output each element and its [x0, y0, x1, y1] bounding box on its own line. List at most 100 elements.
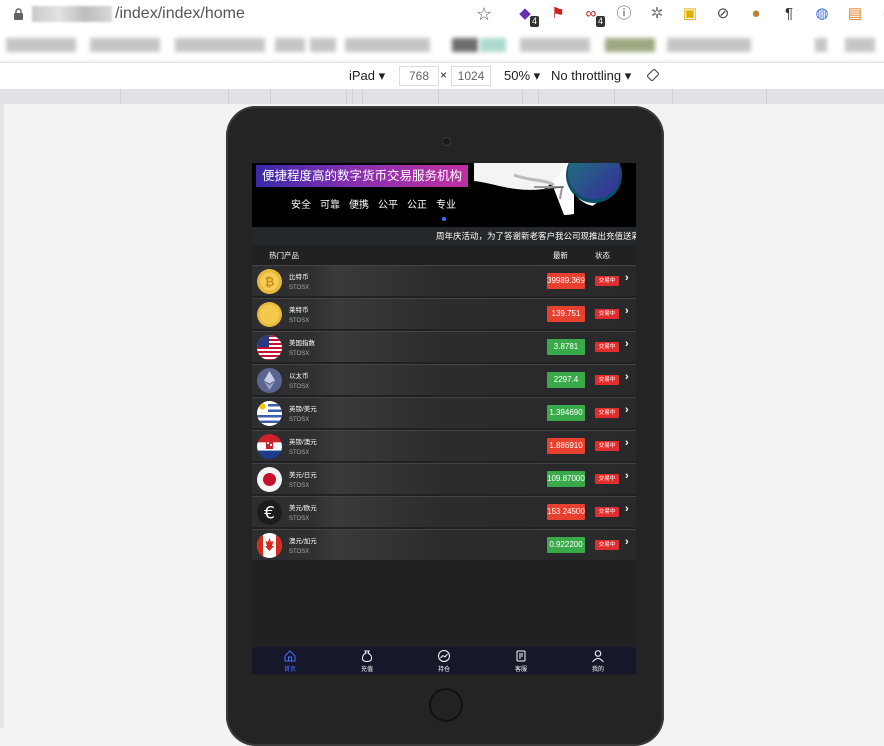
- rotate-icon[interactable]: [647, 69, 659, 81]
- chevron-right-icon[interactable]: ›: [625, 470, 629, 482]
- header-latest: 最新: [553, 251, 568, 260]
- uruguay-coin-icon: [257, 401, 282, 426]
- price-badge: 0.922200: [547, 537, 585, 553]
- block-extension-icon[interactable]: ⊘: [712, 3, 734, 25]
- euro-coin-icon: €: [257, 500, 282, 525]
- camera-icon: [442, 137, 451, 146]
- service-icon: [516, 650, 526, 662]
- product-name: 美国指数: [289, 340, 315, 347]
- table-row[interactable]: 莱特币 STOSX 139.751 交易中 ›: [252, 298, 636, 329]
- chevron-right-icon[interactable]: ›: [625, 305, 629, 317]
- product-name: 莱特币: [289, 307, 309, 314]
- table-row[interactable]: 澳元/加元 STOSX 0.922200 交易中 ›: [252, 529, 636, 560]
- status-badge: 交易中: [595, 408, 619, 418]
- table-row[interactable]: 英镑/美元 STOSX 1.394690 交易中 ›: [252, 397, 636, 428]
- chevron-right-icon[interactable]: ›: [625, 338, 629, 350]
- table-row[interactable]: 以太币 STOSX 2297.4 交易中 ›: [252, 364, 636, 395]
- throttling-select[interactable]: No throttling ▾: [551, 68, 631, 84]
- chevron-right-icon[interactable]: ›: [625, 503, 629, 515]
- pilcrow-extension-icon[interactable]: ¶: [778, 3, 800, 25]
- product-sub: STOSX: [289, 285, 310, 291]
- price-badge: 1.886910: [547, 438, 585, 454]
- price-badge: 3.8781: [547, 339, 585, 355]
- price-badge: 153.245000: [547, 504, 585, 520]
- lock-icon: [14, 8, 23, 20]
- table-row[interactable]: ₿ 比特币 STOSX 39989.3699 交易中 ›: [252, 265, 636, 296]
- zoom-select[interactable]: 50% ▾: [504, 68, 540, 84]
- product-sub: STOSX: [289, 318, 310, 324]
- svg-text:₿: ₿: [265, 275, 275, 289]
- nav-label: 客服: [514, 667, 527, 673]
- banner-tag: 专业: [436, 200, 456, 211]
- status-badge: 交易中: [595, 474, 619, 484]
- header-product: 热门产品: [269, 251, 299, 260]
- nav-item[interactable]: 持仓: [424, 649, 464, 673]
- gear-extension-icon[interactable]: ✲: [646, 3, 668, 25]
- svg-text:€: €: [264, 504, 275, 524]
- nav-item[interactable]: 充值: [347, 649, 387, 673]
- height-input[interactable]: 1024: [451, 66, 491, 86]
- chevron-right-icon[interactable]: ›: [625, 404, 629, 416]
- js-extension-icon[interactable]: ▣: [679, 3, 701, 25]
- chevron-right-icon[interactable]: ›: [625, 371, 629, 383]
- dimension-times: ×: [440, 68, 448, 82]
- nav-item[interactable]: 首页: [270, 649, 310, 673]
- ip-extension-icon[interactable]: ⓘ: [613, 3, 635, 25]
- globe-extension-icon[interactable]: ◍: [811, 3, 833, 25]
- bitcoin-coin-icon: ₿: [257, 269, 282, 294]
- ethereum-coin-icon: [257, 368, 282, 393]
- product-sub: STOSX: [289, 549, 310, 555]
- media-query-ruler: [0, 89, 884, 104]
- table-row[interactable]: 美元/日元 STOSX 109.870000 交易中 ›: [252, 463, 636, 494]
- canada-coin-icon: [257, 533, 282, 558]
- product-name: 英镑/澳元: [289, 439, 317, 446]
- bottom-nav: 首页 充值 持仓 客服 我的: [252, 647, 636, 675]
- product-sub: STOSX: [289, 384, 310, 390]
- link-extension-icon[interactable]: ∞ 4: [580, 3, 605, 27]
- carousel-dot[interactable]: [442, 217, 446, 221]
- banner-tags: 安全 可靠 便携 公平 公正 专业: [291, 196, 465, 211]
- browser-toolbar: /index/index/home ☆ ◆4 ⚑ ∞4 ⓘ ✲ ▣ ⊘ ● ¶ ◍ ▤ ♞: [0, 0, 884, 30]
- chevron-right-icon[interactable]: ›: [625, 437, 629, 449]
- product-name: 英镑/美元: [289, 406, 317, 413]
- chevron-right-icon[interactable]: ›: [625, 536, 629, 548]
- price-badge: 109.870000: [547, 471, 585, 487]
- banner-tag: 可靠: [320, 200, 340, 211]
- nav-item[interactable]: 我的: [578, 649, 618, 673]
- table-row[interactable]: 英镑/澳元 STOSX 1.886910 交易中 ›: [252, 430, 636, 461]
- status-badge: 交易中: [595, 441, 619, 451]
- product-sub: STOSX: [289, 351, 310, 357]
- width-input[interactable]: 768: [399, 66, 439, 86]
- banner[interactable]: 便捷程度高的数字货币交易服务机构 安全 可靠 便携 公平 公正 专业: [252, 163, 636, 227]
- extension-badge: 4: [529, 16, 539, 27]
- japan-coin-icon: [257, 467, 282, 492]
- announcement-text: 周年庆活动，为了答谢新老客户我公司现推出充值送彩金: [436, 231, 636, 241]
- table-row[interactable]: € 美元/欧元 STOSX 153.245000 交易中 ›: [252, 496, 636, 527]
- price-badge: 39989.3699: [547, 273, 585, 289]
- nav-label: 持仓: [437, 667, 450, 673]
- nav-item[interactable]: 客服: [501, 649, 541, 673]
- bookmark-star-icon[interactable]: ☆: [476, 4, 492, 25]
- ip-orange-extension-icon[interactable]: ▤: [844, 3, 866, 25]
- cube-extension-icon[interactable]: ◆ 4: [514, 3, 539, 27]
- device-select[interactable]: iPad ▾: [349, 68, 385, 84]
- evernote-extension-icon[interactable]: ♞: [877, 3, 884, 25]
- announcement-marquee[interactable]: 周年庆活动，为了答谢新老客户我公司现推出充值送彩金: [252, 227, 636, 245]
- banner-tag: 便携: [349, 200, 369, 211]
- flag-extension-icon[interactable]: ⚑: [547, 3, 569, 25]
- nav-label: 我的: [591, 667, 604, 673]
- cookie-extension-icon[interactable]: ●: [745, 3, 767, 25]
- table-row[interactable]: 美国指数 STOSX 3.8781 交易中 ›: [252, 331, 636, 362]
- url-host-blurred: [32, 6, 112, 22]
- window-edge: [0, 104, 4, 728]
- product-name: 美元/日元: [289, 472, 317, 479]
- nav-label: 首页: [283, 667, 296, 673]
- croatia-coin-icon: [257, 434, 282, 459]
- address-bar-path[interactable]: /index/index/home: [115, 5, 245, 23]
- chevron-right-icon[interactable]: ›: [625, 272, 629, 284]
- banner-tag: 安全: [291, 200, 311, 211]
- price-badge: 1.394690: [547, 405, 585, 421]
- home-button[interactable]: [429, 688, 463, 722]
- litecoin-coin-icon: [257, 302, 282, 327]
- nav-label: 充值: [360, 667, 373, 673]
